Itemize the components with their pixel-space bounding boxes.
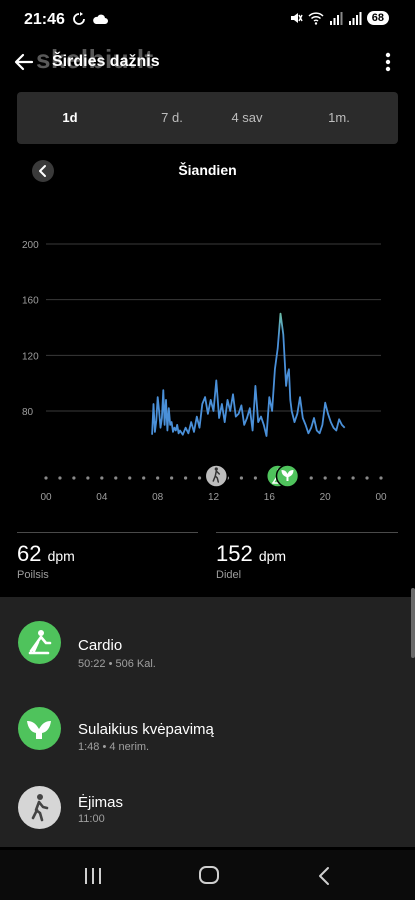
chevron-left-icon	[39, 165, 46, 177]
activity-walking-sub: 11:00	[78, 813, 105, 825]
timeline-dot	[323, 476, 327, 480]
timeline-dot	[58, 476, 62, 480]
stat-max-unit: dpm	[258, 548, 287, 564]
status-bar: 21:46 68	[0, 0, 415, 40]
cardio-icon	[18, 621, 61, 664]
home-icon[interactable]	[198, 865, 220, 885]
heart-rate-stats: 62 dpm Poilsis 152 dpm Didel	[0, 532, 415, 592]
timeline-dot	[337, 476, 341, 480]
x-tick-label: 00	[375, 492, 387, 503]
timeline-dot	[365, 476, 369, 480]
timeline-dot	[253, 476, 257, 480]
status-time: 21:46	[24, 11, 65, 28]
stat-resting-label: Poilsis	[17, 569, 49, 581]
timeline-dot	[170, 476, 174, 480]
activity-breath-hold[interactable]: Sulaikius kvėpavimą 1:48 • 4 nerim.	[0, 688, 415, 768]
activity-cardio-sub: 50:22 • 506 Kal.	[78, 658, 156, 670]
stat-max-label: Didel	[216, 569, 242, 581]
mute-icon	[290, 13, 303, 23]
walking-icon[interactable]	[204, 464, 229, 488]
x-tick-label: 16	[264, 492, 276, 503]
activity-breath-hold-sub: 1:48 • 4 nerim.	[78, 741, 150, 753]
breath-hold-icon	[18, 707, 61, 750]
activity-cardio[interactable]: Cardio 50:22 • 506 Kal.	[0, 607, 415, 687]
x-tick-label: 00	[40, 492, 52, 503]
stat-resting-value: 62	[17, 541, 42, 566]
timeline-dot	[156, 476, 160, 480]
tab-7d[interactable]: 7 d.	[137, 92, 207, 144]
breath-hold-icon[interactable]	[275, 464, 300, 488]
activity-list: Cardio 50:22 • 506 Kal. Sulaikius kvėpav…	[0, 597, 415, 847]
back-arrow-icon[interactable]	[12, 50, 36, 74]
timeline-dot	[128, 476, 132, 480]
timeline-dot	[309, 476, 313, 480]
walking-icon	[18, 786, 61, 829]
status-left-icons	[72, 12, 108, 26]
system-nav-bar	[0, 850, 415, 900]
stat-max-value: 152	[216, 541, 253, 566]
app-bar: skelbiu.lt Širdies dažnis	[0, 44, 415, 80]
x-tick-label: 20	[320, 492, 332, 503]
heart-rate-chart[interactable]: 200 160 120 80 00 04 08 12 16 20 00	[0, 225, 415, 515]
timeline-dot	[72, 476, 76, 480]
signal-icon	[329, 11, 343, 25]
timeline-dot	[197, 476, 202, 480]
date-navigator: Šiandien	[0, 158, 415, 184]
y-tick-label: 80	[22, 407, 34, 418]
page-title: Širdies dažnis	[52, 53, 160, 70]
timeline-dot	[379, 476, 383, 480]
recent-apps-icon[interactable]	[83, 867, 103, 885]
range-tabs: 1d 7 d. 4 sav 1m.	[17, 92, 398, 144]
tab-1m[interactable]: 1m.	[304, 92, 374, 144]
timeline-dot	[44, 476, 48, 480]
heart-rate-series-line	[151, 312, 346, 437]
wifi-icon	[308, 11, 324, 25]
back-icon[interactable]	[316, 866, 332, 886]
sync-icon	[73, 12, 85, 25]
timeline-dot	[239, 476, 244, 480]
more-options-icon[interactable]	[385, 52, 391, 72]
stat-divider	[17, 532, 198, 533]
date-label: Šiandien	[178, 162, 237, 178]
timeline-dot	[114, 476, 118, 480]
scrollbar-thumb[interactable]	[411, 588, 415, 658]
signal-icon	[348, 11, 362, 25]
timeline-dot	[100, 476, 104, 480]
x-tick-label: 12	[208, 492, 220, 503]
timeline-dot	[142, 476, 146, 480]
activity-walking-title: Ėjimas	[78, 794, 124, 811]
y-tick-label: 160	[22, 296, 39, 307]
timeline-dot	[86, 476, 90, 480]
x-tick-label: 08	[152, 492, 164, 503]
activity-cardio-title: Cardio	[78, 637, 123, 654]
stat-max: 152 dpm Didel	[216, 532, 398, 581]
activity-breath-hold-title: Sulaikius kvėpavimą	[78, 721, 214, 738]
y-tick-label: 120	[22, 351, 39, 362]
status-right-icons: 68	[289, 11, 389, 25]
cloud-icon	[93, 14, 108, 24]
x-tick-label: 04	[96, 492, 108, 503]
activity-walking[interactable]: Ėjimas 11:00	[0, 767, 415, 847]
tab-1d[interactable]: 1d	[35, 92, 105, 144]
battery-badge: 68	[366, 11, 389, 25]
timeline-dot	[351, 476, 355, 480]
tab-4w[interactable]: 4 sav	[212, 92, 282, 144]
stat-divider	[216, 532, 398, 533]
timeline-dot	[183, 476, 188, 480]
stat-resting-unit: dpm	[47, 548, 75, 564]
y-tick-label: 200	[22, 240, 39, 251]
stat-resting: 62 dpm Poilsis	[17, 532, 198, 581]
previous-day-button[interactable]	[32, 160, 54, 182]
